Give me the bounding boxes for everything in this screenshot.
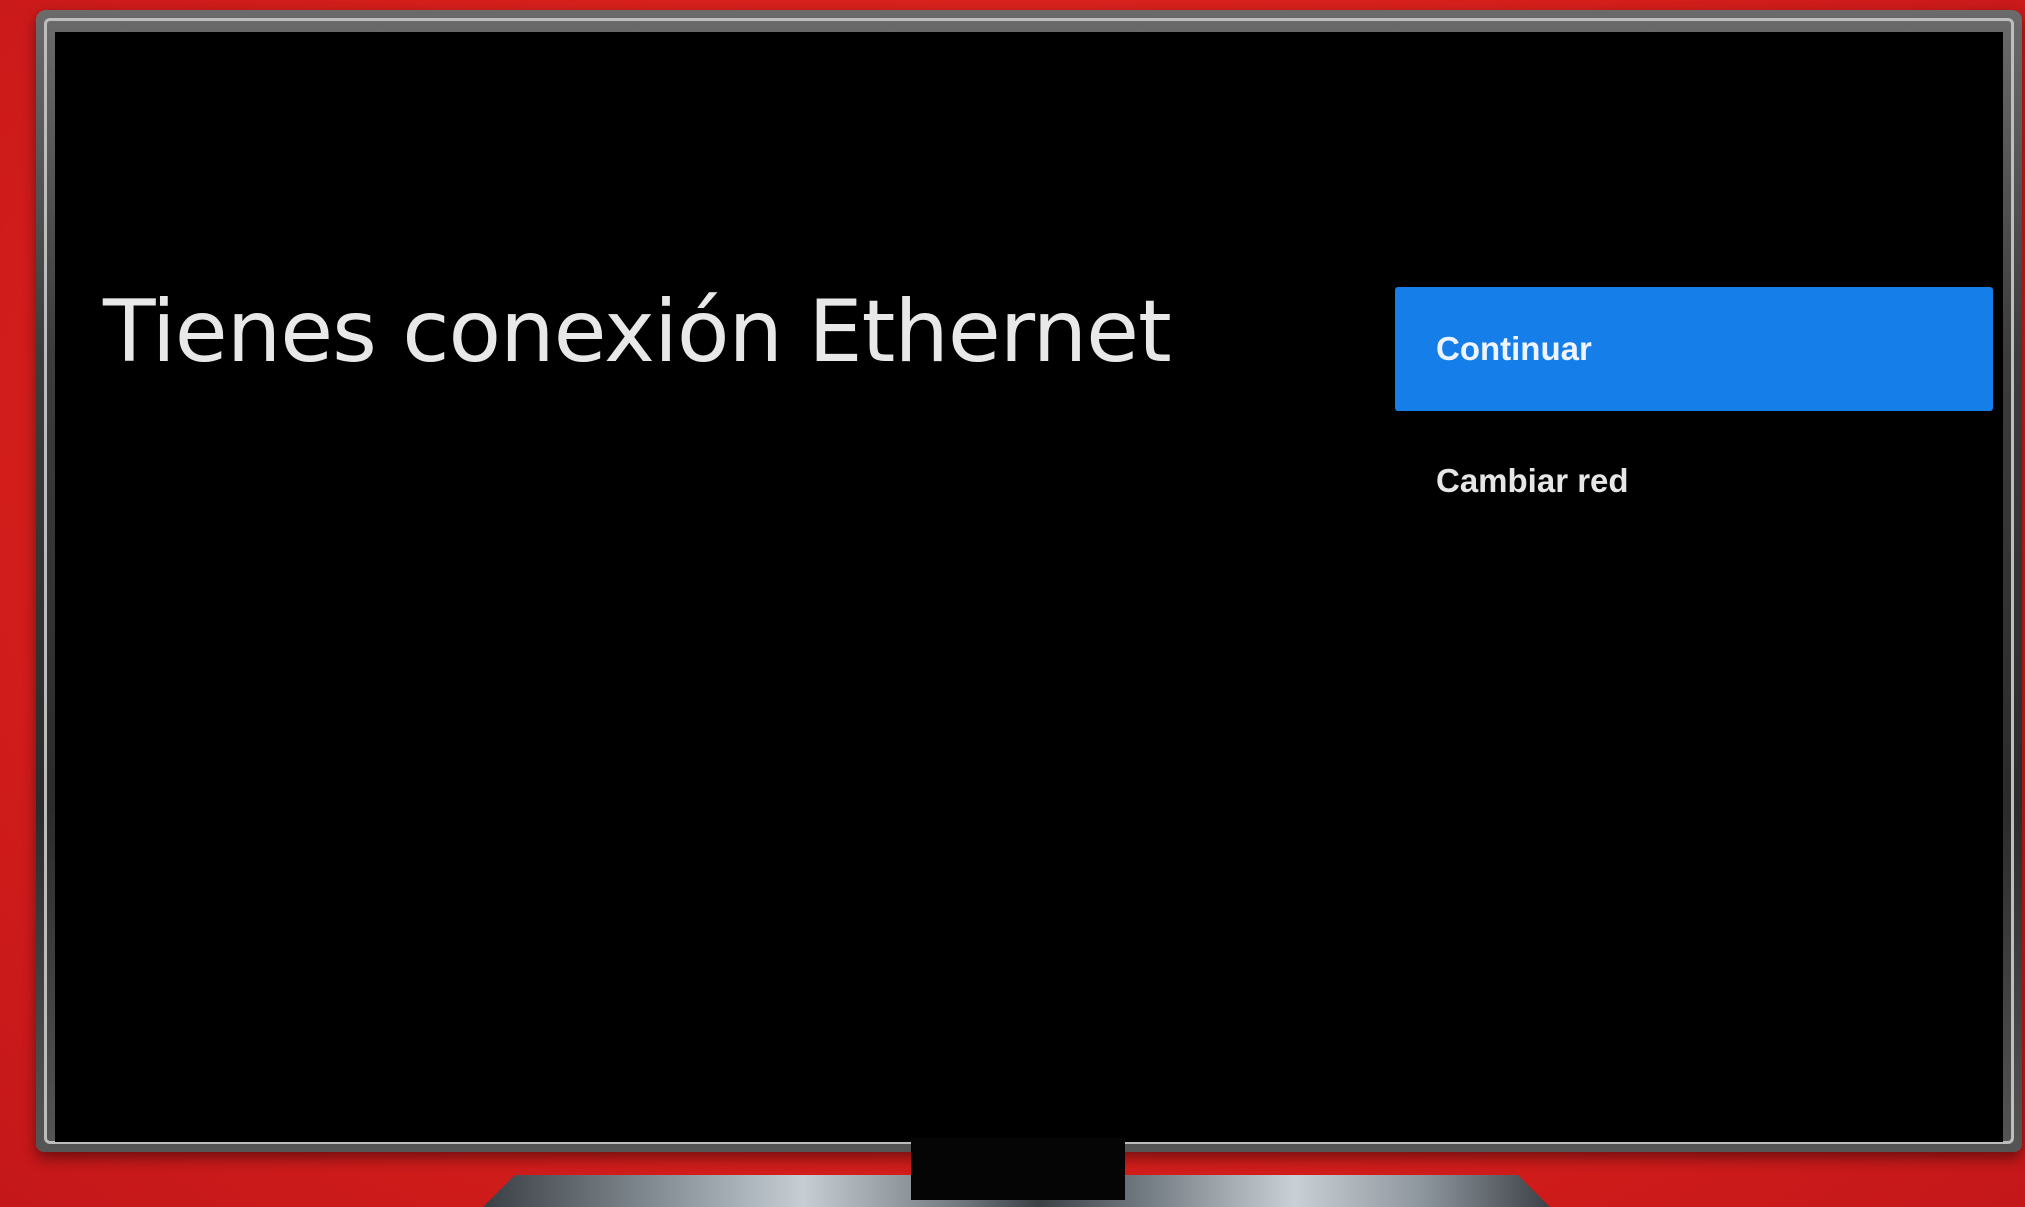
tv-frame: Tienes conexión Ethernet Continuar Cambi… xyxy=(36,10,2022,1152)
continue-button[interactable]: Continuar xyxy=(1395,287,1993,411)
tv-stand-neck xyxy=(911,1138,1125,1200)
change-network-button[interactable]: Cambiar red xyxy=(1395,431,1993,531)
action-list: Continuar Cambiar red xyxy=(1395,287,1993,531)
page-title: Tienes conexión Ethernet xyxy=(103,282,1172,382)
tv-screen: Tienes conexión Ethernet Continuar Cambi… xyxy=(55,32,2003,1142)
